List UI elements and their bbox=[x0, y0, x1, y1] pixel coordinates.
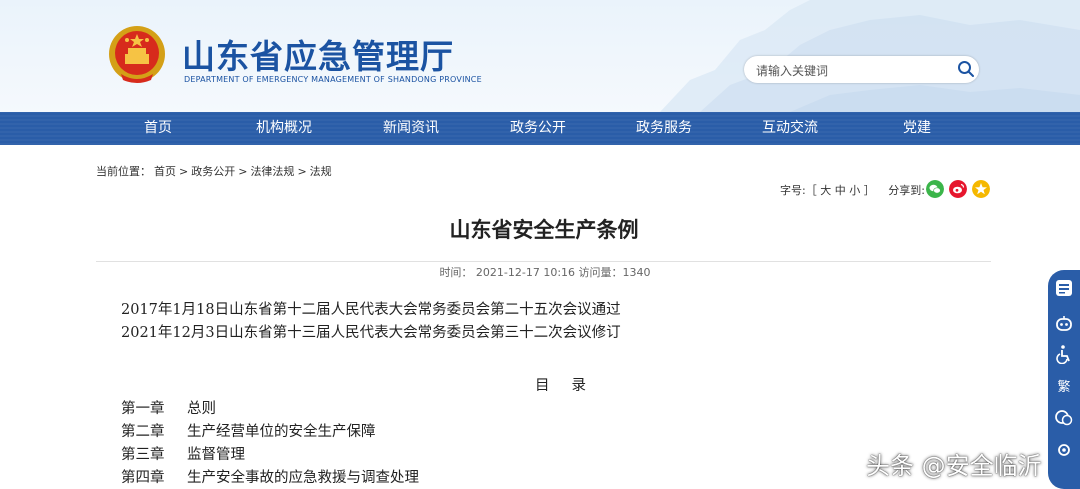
nav-item-gov-services[interactable]: 政务服务 bbox=[636, 112, 692, 145]
qzone-share-icon[interactable] bbox=[972, 180, 990, 198]
breadcrumb-separator: > bbox=[297, 165, 307, 178]
national-emblem-icon bbox=[109, 26, 165, 83]
chat-icon[interactable] bbox=[1054, 408, 1074, 428]
breadcrumb: 当前位置： 首页 > 政务公开 > 法律法规 > 法规 bbox=[96, 163, 335, 179]
nav-item-party[interactable]: 党建 bbox=[903, 112, 931, 145]
toc-chapter-title: 监督管理 bbox=[187, 447, 245, 463]
breadcrumb-laws[interactable]: 法律法规 bbox=[250, 165, 294, 178]
watermark: 头条 @安全临沂 bbox=[866, 452, 1042, 480]
toc-item[interactable]: 第二章 生产经营单位的安全生产保障 bbox=[121, 420, 376, 441]
toc-chapter: 第四章 bbox=[121, 470, 165, 486]
toc-chapter-title: 生产安全事故的应急救援与调查处理 bbox=[187, 470, 419, 486]
site-title[interactable]: 山东省应急管理厅 bbox=[182, 30, 454, 78]
nav-item-about[interactable]: 机构概况 bbox=[256, 112, 312, 145]
font-large-button[interactable]: 大 bbox=[820, 184, 831, 197]
nav-item-news[interactable]: 新闻资讯 bbox=[383, 112, 439, 145]
site-header: 山东省应急管理厅 DEPARTMENT OF EMERGENCY MANAGEM… bbox=[0, 0, 1080, 112]
breadcrumb-separator: > bbox=[238, 165, 248, 178]
wechat-share-icon[interactable] bbox=[926, 180, 944, 198]
toc-chapter: 第二章 bbox=[121, 424, 165, 440]
accessibility-logo-icon[interactable] bbox=[1054, 278, 1074, 298]
search-icon[interactable] bbox=[957, 60, 975, 78]
traditional-chinese-button[interactable]: 繁 bbox=[1054, 378, 1074, 398]
share-label: 分享到: bbox=[888, 184, 925, 197]
robot-assistant-icon[interactable] bbox=[1054, 314, 1074, 334]
article-title: 山东省安全生产条例 bbox=[449, 218, 639, 242]
toc-chapter: 第一章 bbox=[121, 401, 165, 417]
settings-icon[interactable] bbox=[1054, 440, 1074, 460]
toc-item[interactable]: 第一章 总则 bbox=[121, 397, 216, 418]
breadcrumb-home[interactable]: 首页 bbox=[154, 165, 176, 178]
font-small-button[interactable]: 小 bbox=[849, 184, 860, 197]
nav-item-gov-affairs[interactable]: 政务公开 bbox=[510, 112, 566, 145]
toc-chapter-title: 生产经营单位的安全生产保障 bbox=[187, 424, 376, 440]
breadcrumb-gov-affairs[interactable]: 政务公开 bbox=[191, 165, 235, 178]
article-line-1: 2017年1月18日山东省第十二届人民代表大会常务委员会第二十五次会议通过 bbox=[121, 302, 621, 318]
font-size-close: ］ bbox=[863, 184, 875, 197]
accessibility-toolbar: 繁 bbox=[1048, 270, 1080, 489]
nav-item-interaction[interactable]: 互动交流 bbox=[762, 112, 818, 145]
toc-chapter-title: 总则 bbox=[187, 401, 216, 417]
breadcrumb-prefix: 当前位置： bbox=[96, 165, 151, 178]
wheelchair-icon[interactable] bbox=[1054, 344, 1074, 364]
article-line-2: 2021年12月3日山东省第十三届人民代表大会常务委员会第三十二次会议修订 bbox=[121, 325, 621, 341]
toc-title: 目录 bbox=[535, 378, 608, 394]
search-input[interactable] bbox=[754, 60, 948, 81]
toc-item[interactable]: 第四章 生产安全事故的应急救援与调查处理 bbox=[121, 466, 419, 487]
toc-item[interactable]: 第三章 监督管理 bbox=[121, 443, 245, 464]
site-subtitle: DEPARTMENT OF EMERGENCY MANAGEMENT OF SH… bbox=[184, 75, 482, 84]
search-box bbox=[744, 56, 979, 83]
toc-chapter: 第三章 bbox=[121, 447, 165, 463]
article-meta: 时间： 2021-12-17 10:16 访问量：1340 bbox=[439, 266, 651, 279]
title-divider bbox=[96, 261, 991, 262]
breadcrumb-separator: > bbox=[179, 165, 189, 178]
main-nav: 首页 机构概况 新闻资讯 政务公开 政务服务 互动交流 党建 bbox=[0, 112, 1080, 145]
breadcrumb-regulations[interactable]: 法规 bbox=[310, 165, 332, 178]
weibo-share-icon[interactable] bbox=[949, 180, 967, 198]
nav-item-home[interactable]: 首页 bbox=[144, 112, 172, 145]
article-tools: 字号:［ 大 中 小 ］ 分享到: bbox=[780, 182, 925, 198]
font-medium-button[interactable]: 中 bbox=[835, 184, 846, 197]
font-size-label: 字号:［ bbox=[780, 184, 817, 197]
